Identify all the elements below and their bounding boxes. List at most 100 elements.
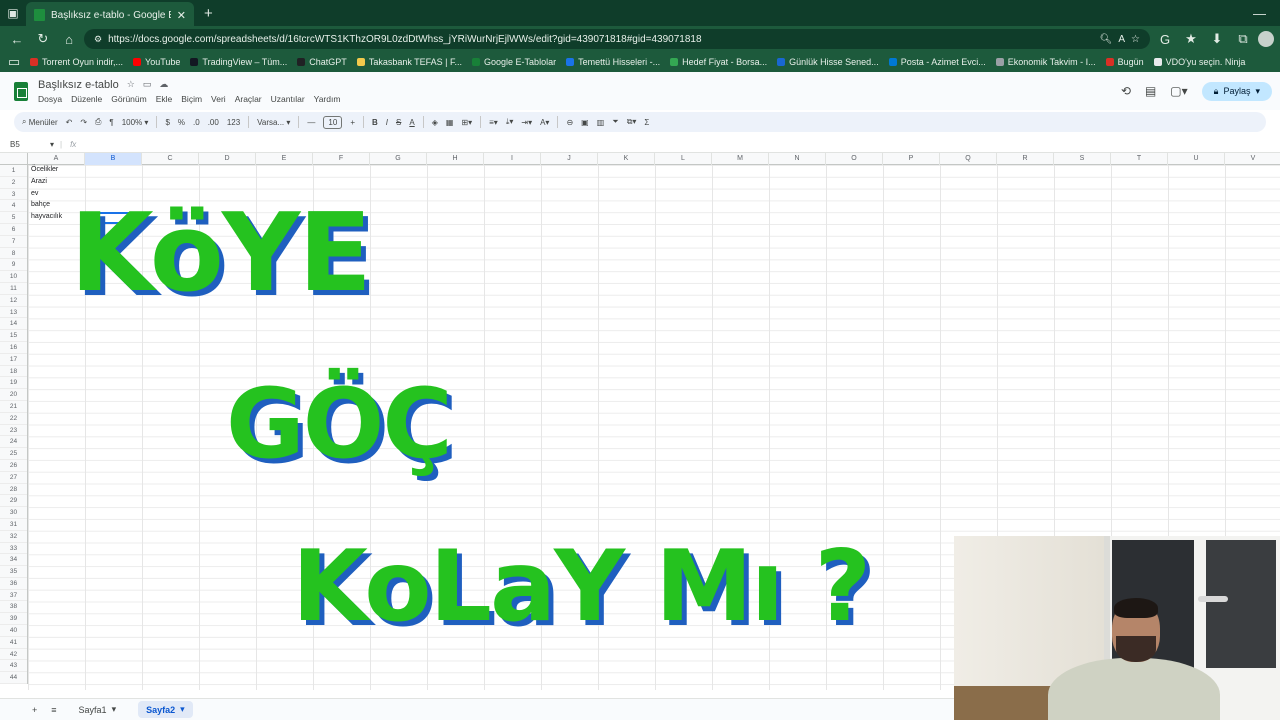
cell-a1[interactable]: Öcelikler — [31, 166, 58, 173]
row-header[interactable]: 44 — [0, 672, 27, 685]
bookmark-item[interactable]: Torrent Oyun indir,... — [30, 57, 123, 67]
all-sheets-icon[interactable]: ≡ — [51, 705, 56, 715]
increase-decimal-button[interactable]: .00 — [208, 118, 219, 127]
column-header[interactable]: G — [370, 153, 427, 165]
bookmark-item[interactable]: Bugün — [1105, 57, 1144, 67]
row-header[interactable]: 36 — [0, 578, 27, 590]
move-folder-icon[interactable]: ▭ — [143, 79, 152, 90]
column-header[interactable]: H — [427, 153, 484, 165]
sheets-logo-icon[interactable] — [14, 81, 28, 101]
row-header[interactable]: 18 — [0, 366, 27, 378]
text-rotation-icon[interactable]: A▾ — [540, 118, 549, 127]
column-header[interactable]: I — [484, 153, 541, 165]
row-header[interactable]: 19 — [0, 377, 27, 390]
number-format-button[interactable]: 123 — [227, 118, 240, 127]
row-header[interactable]: 24 — [0, 436, 27, 449]
bold-icon[interactable]: B — [372, 118, 378, 127]
row-header[interactable]: 35 — [0, 566, 27, 578]
bookmark-item[interactable]: Temettü Hisseleri -... — [566, 57, 660, 67]
row-header[interactable]: 34 — [0, 554, 27, 567]
bookmark-item[interactable]: TradingView – Tüm... — [190, 57, 287, 67]
cloud-status-icon[interactable]: ☁ — [159, 79, 168, 90]
name-box[interactable]: B5 ▾ — [0, 140, 60, 149]
row-header[interactable]: 17 — [0, 354, 27, 366]
screenshot-icon[interactable]: ⧉ — [1232, 28, 1254, 50]
vertical-align-icon[interactable]: ⤓▾ — [506, 117, 514, 127]
column-header[interactable]: V — [1225, 153, 1280, 165]
row-header[interactable]: 11 — [0, 283, 27, 295]
history-icon[interactable]: ⟲ — [1121, 84, 1131, 98]
insert-link-icon[interactable]: ⊖ — [566, 118, 573, 127]
column-header[interactable]: B — [85, 153, 142, 165]
reload-icon[interactable]: ↻ — [32, 28, 54, 50]
row-header[interactable]: 37 — [0, 590, 27, 602]
borders-icon[interactable]: ▦ — [446, 118, 454, 127]
close-tab-icon[interactable]: ✕ — [177, 9, 186, 22]
read-aloud-icon[interactable]: A — [1118, 34, 1125, 45]
share-button[interactable]: 🔒︎ Paylaş ▾ — [1201, 81, 1272, 101]
menu-edit[interactable]: Düzenle — [71, 94, 102, 104]
menu-view[interactable]: Görünüm — [111, 94, 146, 104]
chevron-down-icon[interactable]: ▾ — [1255, 86, 1260, 97]
row-header[interactable]: 13 — [0, 307, 27, 319]
paint-format-icon[interactable]: ¶ — [109, 118, 113, 127]
back-icon[interactable]: ← — [6, 28, 28, 50]
column-header[interactable]: K — [598, 153, 655, 165]
site-info-icon[interactable]: ⚙ — [94, 34, 102, 45]
sheet-tab-sayfa1[interactable]: Sayfa1 ▾ — [71, 701, 125, 718]
row-header[interactable]: 38 — [0, 601, 27, 614]
menu-extensions[interactable]: Uzantılar — [271, 94, 305, 104]
row-header[interactable]: 5 — [0, 212, 27, 224]
bookmark-item[interactable]: Günlük Hisse Sened... — [777, 57, 879, 67]
row-header[interactable]: 7 — [0, 236, 27, 248]
menu-insert[interactable]: Ekle — [156, 94, 173, 104]
column-header[interactable]: Q — [940, 153, 997, 165]
meet-icon[interactable]: ▢▾ — [1170, 84, 1187, 98]
row-header[interactable]: 23 — [0, 425, 27, 437]
zoom-select[interactable]: 100% ▾ — [122, 118, 149, 127]
zoom-icon[interactable]: 🔍︎ — [1100, 34, 1113, 45]
column-header[interactable]: R — [997, 153, 1054, 165]
row-header[interactable]: 26 — [0, 460, 27, 472]
row-header[interactable]: 31 — [0, 519, 27, 531]
new-tab-icon[interactable]: + — [194, 5, 223, 22]
italic-icon[interactable]: I — [386, 118, 388, 127]
cell-a5[interactable]: hayvacılık — [31, 213, 62, 220]
bookmark-star-icon[interactable]: ☆ — [1131, 34, 1140, 45]
fill-color-icon[interactable]: ◈ — [432, 118, 438, 127]
favorites-icon[interactable]: ★ — [1180, 28, 1202, 50]
column-header[interactable]: U — [1168, 153, 1225, 165]
column-header[interactable]: T — [1111, 153, 1168, 165]
column-header[interactable]: A — [28, 153, 85, 165]
row-header[interactable]: 29 — [0, 495, 27, 508]
currency-format-button[interactable]: $ — [165, 118, 169, 127]
column-header[interactable]: N — [769, 153, 826, 165]
bookmark-item[interactable]: Google E-Tablolar — [472, 57, 556, 67]
row-header[interactable]: 20 — [0, 389, 27, 401]
row-header[interactable]: 4 — [0, 200, 27, 213]
font-select[interactable]: Varsa... ▾ — [257, 118, 290, 127]
row-header[interactable]: 12 — [0, 295, 27, 307]
menu-format[interactable]: Biçim — [181, 94, 202, 104]
filter-views-icon[interactable]: ⧉▾ — [627, 117, 637, 127]
row-header[interactable]: 2 — [0, 177, 27, 189]
browser-tab[interactable]: Başlıksız e-tablo - Google E-Tablo ✕ — [26, 2, 194, 28]
row-header[interactable]: 10 — [0, 271, 27, 283]
font-size-input[interactable]: 10 — [323, 115, 343, 129]
row-header[interactable]: 25 — [0, 448, 27, 460]
bookmark-item[interactable]: ChatGPT — [297, 57, 347, 67]
text-color-icon[interactable]: A — [409, 118, 414, 127]
insert-comment-icon[interactable]: ▣ — [581, 118, 589, 127]
downloads-icon[interactable]: ⬇ — [1206, 28, 1228, 50]
row-header[interactable]: 8 — [0, 248, 27, 260]
redo-icon[interactable]: ↷ — [80, 118, 87, 127]
cell-a3[interactable]: ev — [31, 190, 38, 197]
column-header[interactable]: S — [1054, 153, 1111, 165]
row-header[interactable]: 21 — [0, 401, 27, 413]
column-header[interactable]: C — [142, 153, 199, 165]
bookmark-item[interactable]: Hedef Fiyat - Borsa... — [670, 57, 767, 67]
bookmark-item[interactable]: YouTube — [133, 57, 180, 67]
text-wrap-icon[interactable]: ⇥▾ — [521, 118, 532, 127]
horizontal-align-icon[interactable]: ≡▾ — [489, 118, 498, 127]
row-header[interactable]: 33 — [0, 543, 27, 555]
